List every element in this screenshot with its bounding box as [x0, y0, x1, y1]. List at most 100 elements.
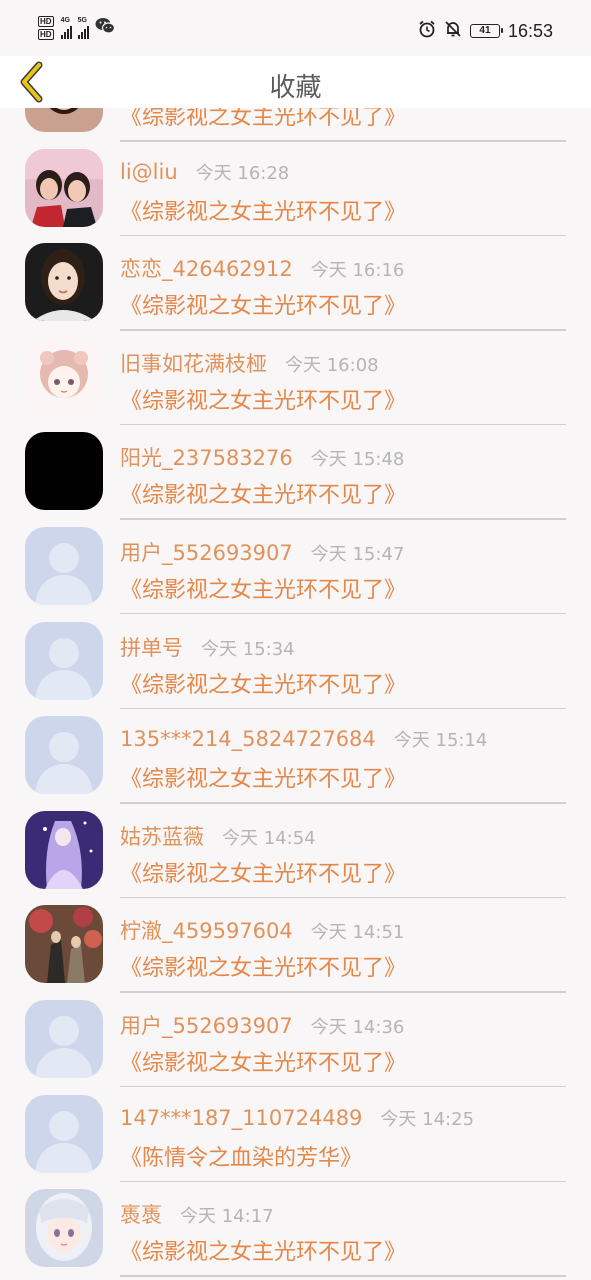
- signal-icon-2: 5G: [77, 17, 89, 39]
- username[interactable]: 拼单号: [120, 632, 183, 662]
- favorite-row[interactable]: 姑苏蓝薇 今天 14:54 《综影视之女主光环不见了》: [0, 810, 591, 906]
- favorite-row[interactable]: 拼单号 今天 15:34 《综影视之女主光环不见了》: [0, 621, 591, 717]
- favorites-list-inner: 《综影视之女主光环不见了》 li@liu 今天 16:28 《综影视之女主光环不见了》…: [0, 108, 591, 1280]
- book-title-link[interactable]: 《陈情令之血染的芳华》: [120, 1140, 362, 1172]
- book-title-link[interactable]: 《综影视之女主光环不见了》: [120, 288, 406, 320]
- row-divider: [120, 612, 566, 615]
- network-label-2: 5G: [77, 17, 87, 24]
- favorite-row[interactable]: 135***214_5824727684 今天 15:14 《综影视之女主光环不见了…: [0, 716, 591, 811]
- favorites-list[interactable]: 《综影视之女主光环不见了》 li@liu 今天 16:28 《综影视之女主光环不见了》…: [0, 108, 591, 1280]
- book-title-link[interactable]: 《综影视之女主光环不见了》: [120, 194, 406, 226]
- favorite-row[interactable]: li@liu 今天 16:28 《综影视之女主光环不见了》: [0, 148, 591, 244]
- username[interactable]: 旧事如花满枝桠: [120, 348, 267, 378]
- book-title-link[interactable]: 《综影视之女主光环不见了》: [120, 1234, 406, 1266]
- avatar[interactable]: [25, 1189, 103, 1268]
- row-meta: 阳光_237583276 今天 15:48: [120, 442, 404, 472]
- row-meta: 旧事如花满枝桠 今天 16:08: [120, 348, 379, 378]
- timestamp: 今天 15:47: [310, 543, 405, 565]
- username[interactable]: 147***187_110724489: [120, 1106, 362, 1130]
- signal-icon: 4G: [60, 17, 72, 39]
- book-title-link[interactable]: 《综影视之女主光环不见了》: [120, 856, 406, 888]
- row-meta: 褭褭 今天 14:17: [120, 1199, 274, 1229]
- favorite-row[interactable]: 柠澈_459597604 今天 14:51 《综影视之女主光环不见了》: [0, 905, 591, 1000]
- timestamp: 今天 15:34: [201, 638, 295, 660]
- avatar[interactable]: [25, 621, 103, 700]
- row-meta: 姑苏蓝薇 今天 14:54: [120, 821, 316, 851]
- book-title-link[interactable]: 《综影视之女主光环不见了》: [120, 383, 406, 415]
- battery-level: 41: [479, 25, 491, 36]
- timestamp: 今天 14:54: [222, 827, 316, 849]
- timestamp: 今天 14:17: [180, 1206, 274, 1228]
- status-right: 41 16:53: [418, 20, 553, 42]
- book-title-link[interactable]: 《综影视之女主光环不见了》: [120, 667, 406, 699]
- favorite-row[interactable]: 用户_552693907 今天 15:47 《综影视之女主光环不见了》: [0, 526, 591, 622]
- favorite-row[interactable]: 阳光_237583276 今天 15:48 《综影视之女主光环不见了》: [0, 432, 591, 527]
- book-title-link[interactable]: 《综影视之女主光环不见了》: [120, 477, 406, 509]
- row-divider: [120, 423, 566, 426]
- page-title: 收藏: [269, 73, 322, 103]
- favorite-row[interactable]: 《综影视之女主光环不见了》: [0, 108, 591, 149]
- hd1-label: HD: [38, 16, 54, 27]
- row-meta: 135***214_5824727684 今天 15:14: [120, 726, 487, 752]
- wechat-icon: [95, 17, 115, 39]
- username[interactable]: 恋恋_426462912: [120, 253, 293, 283]
- username[interactable]: 褭褭: [120, 1199, 162, 1229]
- timestamp: 今天 15:48: [310, 449, 405, 471]
- book-title-link[interactable]: 《综影视之女主光环不见了》: [120, 1045, 406, 1077]
- avatar[interactable]: [25, 526, 103, 605]
- row-divider: [120, 991, 566, 993]
- avatar[interactable]: [25, 108, 103, 132]
- favorite-row[interactable]: 用户_552693907 今天 14:36 《综影视之女主光环不见了》: [0, 999, 591, 1095]
- username[interactable]: 用户_552693907: [120, 1010, 293, 1040]
- alarm-icon: [418, 20, 436, 42]
- timestamp: 今天 14:51: [310, 922, 405, 944]
- hd2-label: HD: [38, 29, 54, 40]
- row-divider: [120, 234, 566, 237]
- row-meta: 用户_552693907 今天 15:47: [120, 537, 404, 567]
- favorite-row[interactable]: 旧事如花满枝桠 今天 16:08 《综影视之女主光环不见了》: [0, 337, 591, 433]
- battery-icon: 41: [469, 24, 503, 38]
- network-label-1: 4G: [60, 17, 70, 24]
- row-divider: [120, 1085, 566, 1088]
- avatar[interactable]: [25, 432, 103, 511]
- timestamp: 今天 16:08: [285, 354, 379, 376]
- row-meta: li@liu 今天 16:28: [120, 159, 289, 185]
- username[interactable]: 柠澈_459597604: [120, 915, 293, 945]
- username[interactable]: 135***214_5824727684: [120, 727, 376, 751]
- row-meta: 柠澈_459597604 今天 14:51: [120, 915, 404, 945]
- row-divider: [120, 518, 566, 520]
- avatar[interactable]: [25, 148, 103, 227]
- avatar[interactable]: [25, 905, 103, 984]
- username[interactable]: 用户_552693907: [120, 537, 293, 567]
- avatar[interactable]: [25, 716, 103, 795]
- row-divider: [120, 802, 566, 804]
- username[interactable]: li@liu: [120, 160, 178, 184]
- book-title-link[interactable]: 《综影视之女主光环不见了》: [120, 950, 406, 982]
- row-divider: [120, 329, 566, 331]
- row-divider: [120, 896, 566, 899]
- favorite-row[interactable]: 褭褭 今天 14:17 《综影视之女主光环不见了》: [0, 1189, 591, 1280]
- timestamp: 今天 16:28: [195, 162, 290, 184]
- hd-icon: HD HD: [38, 16, 55, 40]
- avatar[interactable]: [25, 1094, 103, 1173]
- row-meta: 恋恋_426462912 今天 16:16: [120, 253, 404, 283]
- timestamp: 今天 14:36: [310, 1016, 405, 1038]
- row-meta: 用户_552693907 今天 14:36: [120, 1010, 404, 1040]
- row-meta: 拼单号 今天 15:34: [120, 632, 295, 662]
- username[interactable]: 姑苏蓝薇: [120, 821, 204, 851]
- book-title-link[interactable]: 《综影视之女主光环不见了》: [120, 108, 406, 131]
- avatar[interactable]: [25, 810, 103, 889]
- avatar[interactable]: [25, 243, 103, 322]
- timestamp: 今天 14:25: [380, 1108, 475, 1130]
- favorite-row[interactable]: 147***187_110724489 今天 14:25 《陈情令之血染的芳华》: [0, 1094, 591, 1190]
- avatar[interactable]: [25, 999, 103, 1078]
- avatar[interactable]: [25, 337, 103, 416]
- app-header: 收藏: [0, 56, 591, 108]
- book-title-link[interactable]: 《综影视之女主光环不见了》: [120, 761, 406, 793]
- status-left: HD HD 4G 5G: [38, 16, 115, 40]
- book-title-link[interactable]: 《综影视之女主光环不见了》: [120, 572, 406, 604]
- status-bar: HD HD 4G 5G 41 16:53: [0, 0, 591, 56]
- favorite-row[interactable]: 恋恋_426462912 今天 16:16 《综影视之女主光环不见了》: [0, 243, 591, 338]
- username[interactable]: 阳光_237583276: [120, 442, 293, 472]
- row-divider: [120, 1180, 566, 1183]
